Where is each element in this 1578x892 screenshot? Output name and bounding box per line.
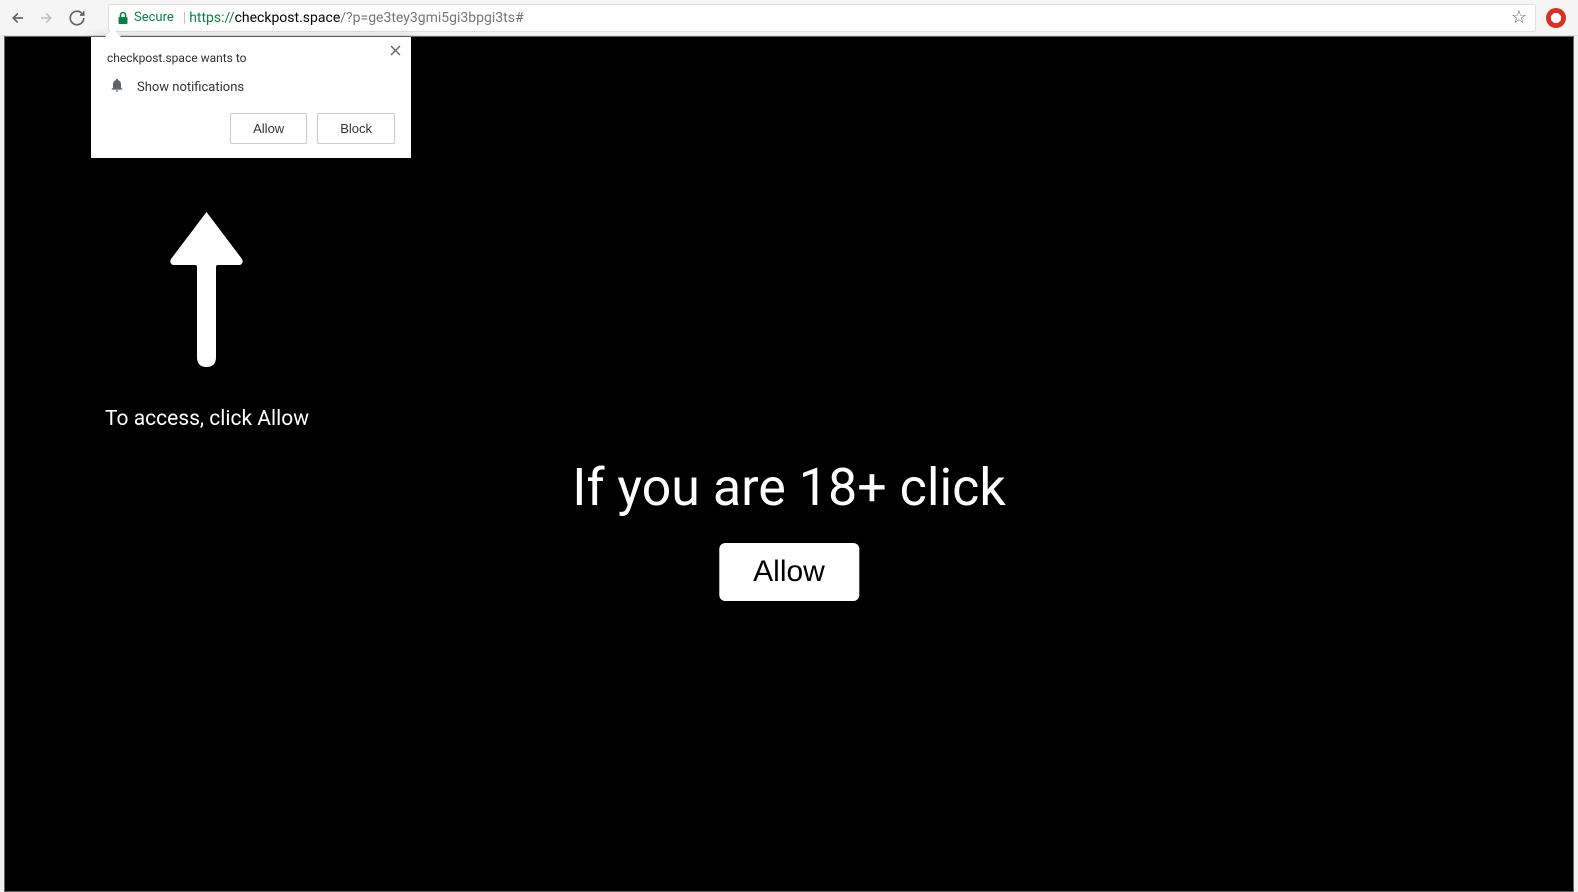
arrow-up-icon xyxy=(159,207,254,372)
address-right: ☆ xyxy=(1511,7,1527,28)
browser-toolbar: Secure | https://checkpost.space/?p=ge3t… xyxy=(0,0,1578,36)
popup-block-button[interactable]: Block xyxy=(317,113,395,144)
instruction-block: To access, click Allow xyxy=(105,207,309,431)
lock-icon xyxy=(117,11,129,25)
url-host: checkpost.space xyxy=(235,10,341,26)
center-heading: If you are 18+ click xyxy=(572,457,1005,518)
popup-body: Show notifications xyxy=(107,77,395,97)
back-button[interactable] xyxy=(8,9,26,27)
secure-indicator: Secure xyxy=(117,10,174,25)
secure-label: Secure xyxy=(134,10,174,25)
popup-allow-button[interactable]: Allow xyxy=(230,113,307,144)
stop-icon xyxy=(1551,13,1561,23)
center-block: If you are 18+ click Allow xyxy=(572,457,1005,601)
page-content: checkpost.space wants to Show notificati… xyxy=(4,36,1574,892)
popup-body-text: Show notifications xyxy=(137,80,244,95)
address-bar[interactable]: Secure | https://checkpost.space/?p=ge3t… xyxy=(108,4,1536,32)
forward-button[interactable] xyxy=(38,9,56,27)
notification-permission-popup: checkpost.space wants to Show notificati… xyxy=(91,37,411,158)
popup-header: checkpost.space wants to xyxy=(107,51,395,65)
page-allow-button[interactable]: Allow xyxy=(719,543,859,601)
extension-badge[interactable] xyxy=(1546,8,1566,28)
url-scheme: https:// xyxy=(189,10,234,26)
url-path: /?p=ge3tey3gmi5gi3bpgi3ts# xyxy=(340,10,523,26)
reload-button[interactable] xyxy=(68,9,86,27)
instruction-text: To access, click Allow xyxy=(105,407,309,431)
bell-icon xyxy=(109,77,125,97)
popup-close-button[interactable] xyxy=(390,45,401,59)
divider: | xyxy=(183,10,186,26)
nav-buttons xyxy=(8,9,96,27)
url-text: https://checkpost.space/?p=ge3tey3gmi5gi… xyxy=(189,10,523,26)
bookmark-star-icon[interactable]: ☆ xyxy=(1511,7,1527,28)
close-icon xyxy=(390,45,401,56)
popup-pointer xyxy=(105,29,121,37)
popup-actions: Allow Block xyxy=(107,113,395,144)
